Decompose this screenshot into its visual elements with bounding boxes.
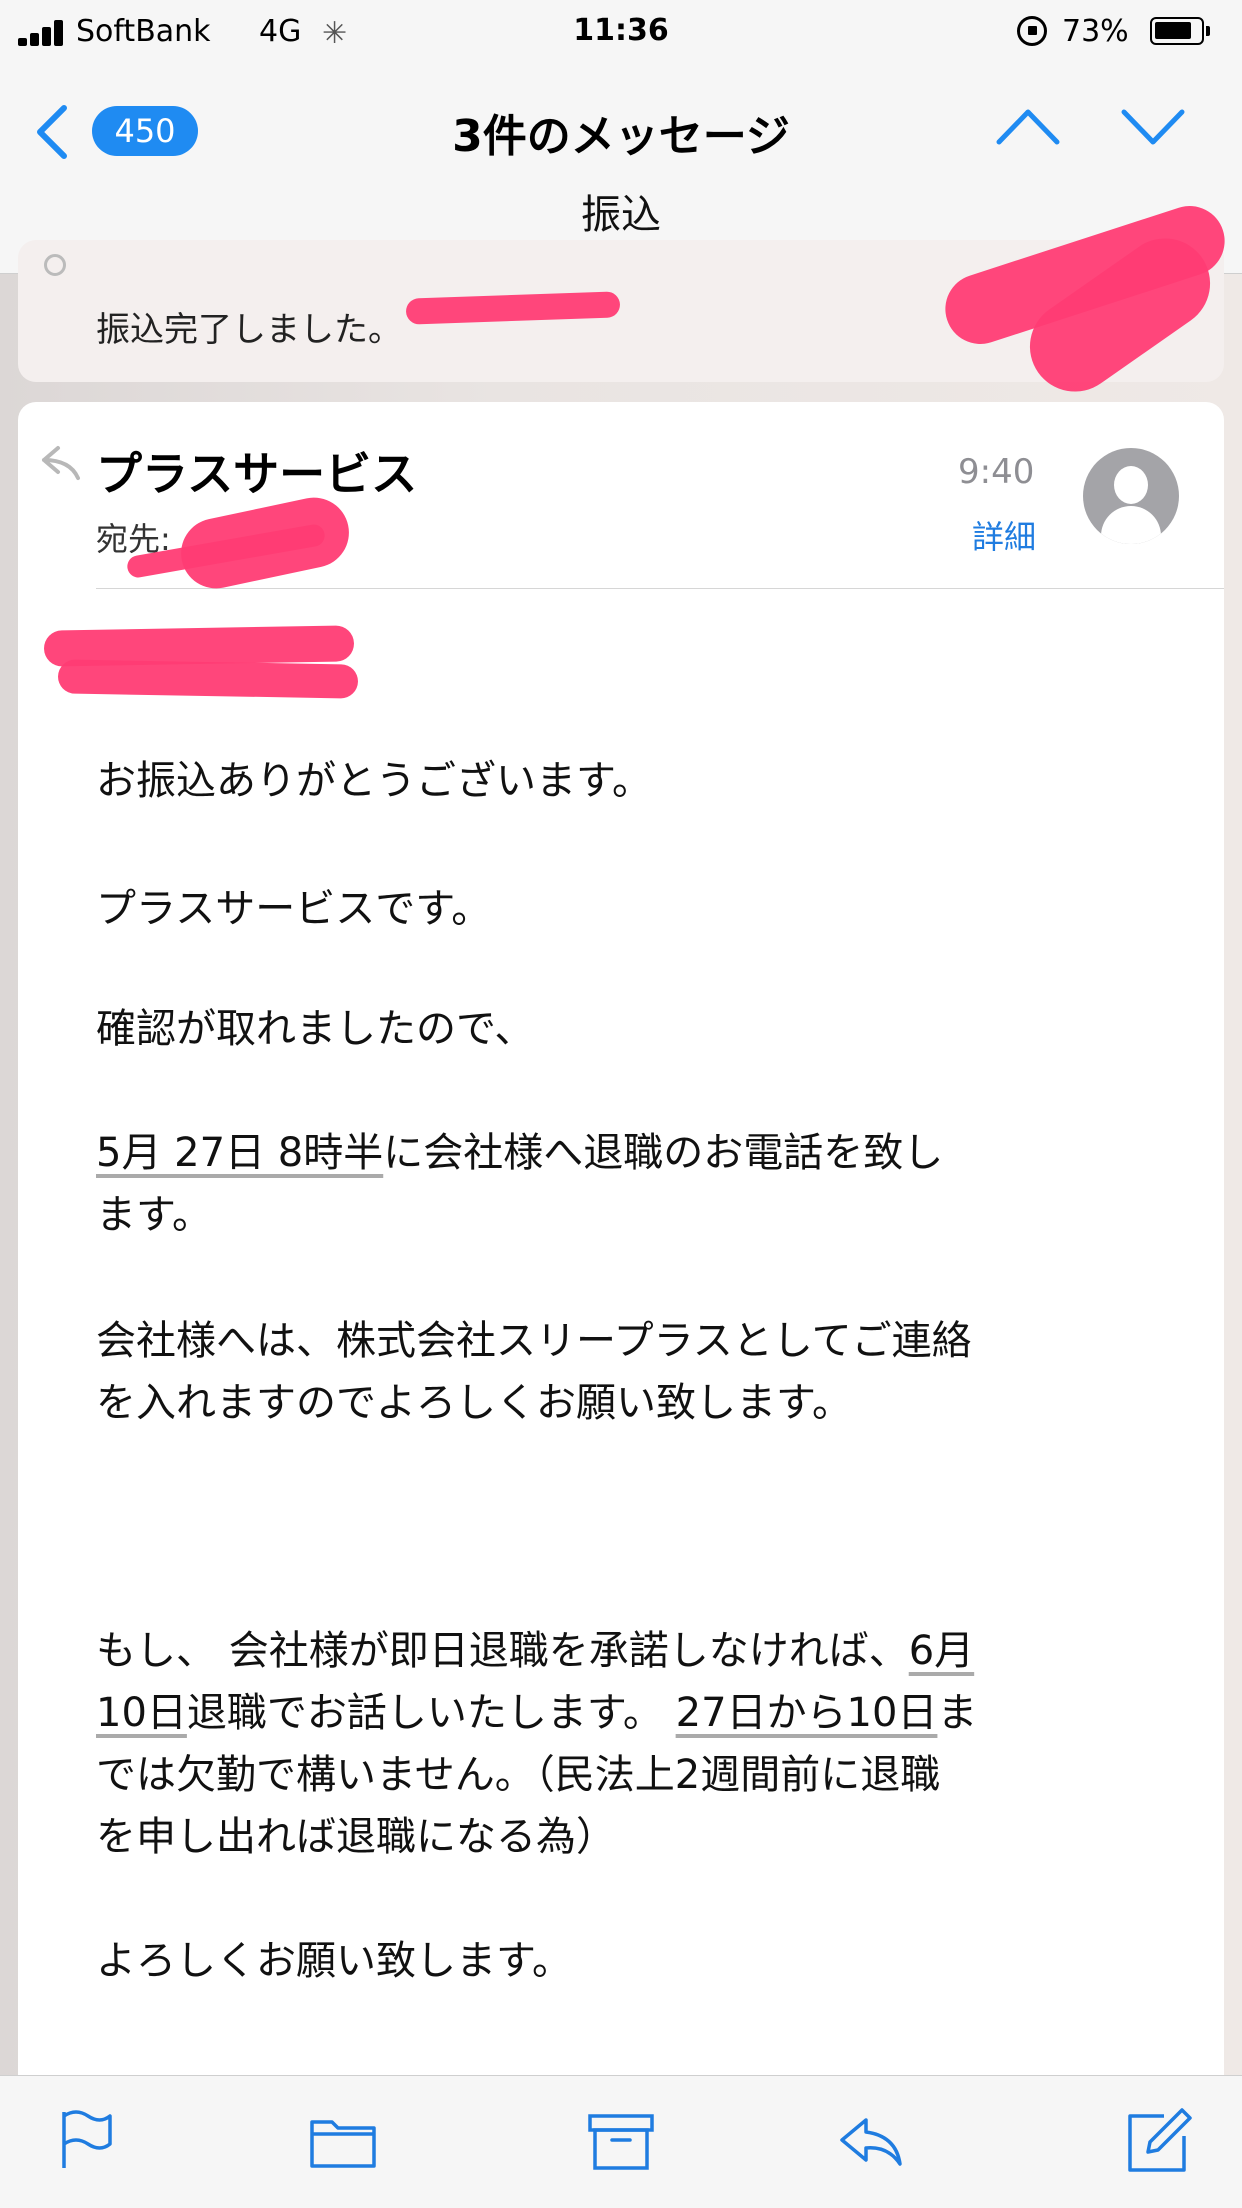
- flag-icon: [62, 2110, 112, 2168]
- date-link[interactable]: 10日: [96, 1690, 187, 1736]
- body-paragraph: もし、 会社様が即日退職を承諾しなければ、6月 10日退職でお話しいたします。 …: [96, 1628, 978, 1860]
- orientation-lock-icon: [1017, 16, 1047, 46]
- message-status-icon: [44, 254, 66, 276]
- reply-button[interactable]: [836, 2106, 906, 2176]
- status-bar: SoftBank 4G ✳ 11:36 73%: [0, 0, 1242, 66]
- redaction-mark: [57, 659, 359, 699]
- flag-button[interactable]: [52, 2106, 122, 2176]
- date-link[interactable]: 6月: [909, 1628, 974, 1674]
- bottom-toolbar: [0, 2075, 1242, 2208]
- battery-percent: 73%: [1062, 14, 1129, 49]
- date-link[interactable]: 27日から10日: [676, 1690, 938, 1736]
- replied-icon: [42, 446, 80, 480]
- status-time: 11:36: [573, 13, 669, 48]
- body-paragraph: 会社様へは、株式会社スリープラスとしてご連絡 を入れますのでよろしくお願い致しま…: [96, 1318, 972, 1426]
- move-to-folder-button[interactable]: [308, 2106, 378, 2176]
- avatar[interactable]: [1083, 448, 1179, 544]
- message-snippet: 振込完了しました。: [96, 310, 402, 350]
- date-link[interactable]: 5月 27日 8時半: [96, 1130, 383, 1176]
- compose-button[interactable]: [1124, 2106, 1194, 2176]
- body-paragraph: プラスサービスです。: [96, 886, 492, 932]
- folder-icon: [310, 2120, 376, 2168]
- reply-icon: [840, 2118, 902, 2166]
- archive-button[interactable]: [586, 2106, 656, 2176]
- battery-icon: [1150, 17, 1210, 45]
- archive-icon: [588, 2114, 654, 2170]
- previous-message-button[interactable]: [993, 102, 1063, 152]
- sender-name[interactable]: プラスサービス: [96, 438, 417, 504]
- mail-app: SoftBank 4G ✳ 11:36 73% 450 3件のメッセージ 振込 …: [0, 0, 1242, 2208]
- details-link[interactable]: 詳細: [972, 512, 1036, 558]
- compose-icon: [1128, 2108, 1192, 2172]
- next-message-button[interactable]: [1118, 102, 1188, 152]
- header-divider: [96, 588, 1224, 589]
- body-paragraph: 5月 27日 8時半に会社様へ退職のお電話を致し ます。: [96, 1130, 944, 1238]
- body-paragraph: よろしくお願い致します。: [96, 1938, 572, 1984]
- body-paragraph: お振込ありがとうございます。: [96, 758, 652, 804]
- body-paragraph: 確認が取れましたので、: [96, 1006, 535, 1052]
- message-time: 9:40: [958, 452, 1035, 492]
- thread-subject: 振込: [581, 192, 661, 238]
